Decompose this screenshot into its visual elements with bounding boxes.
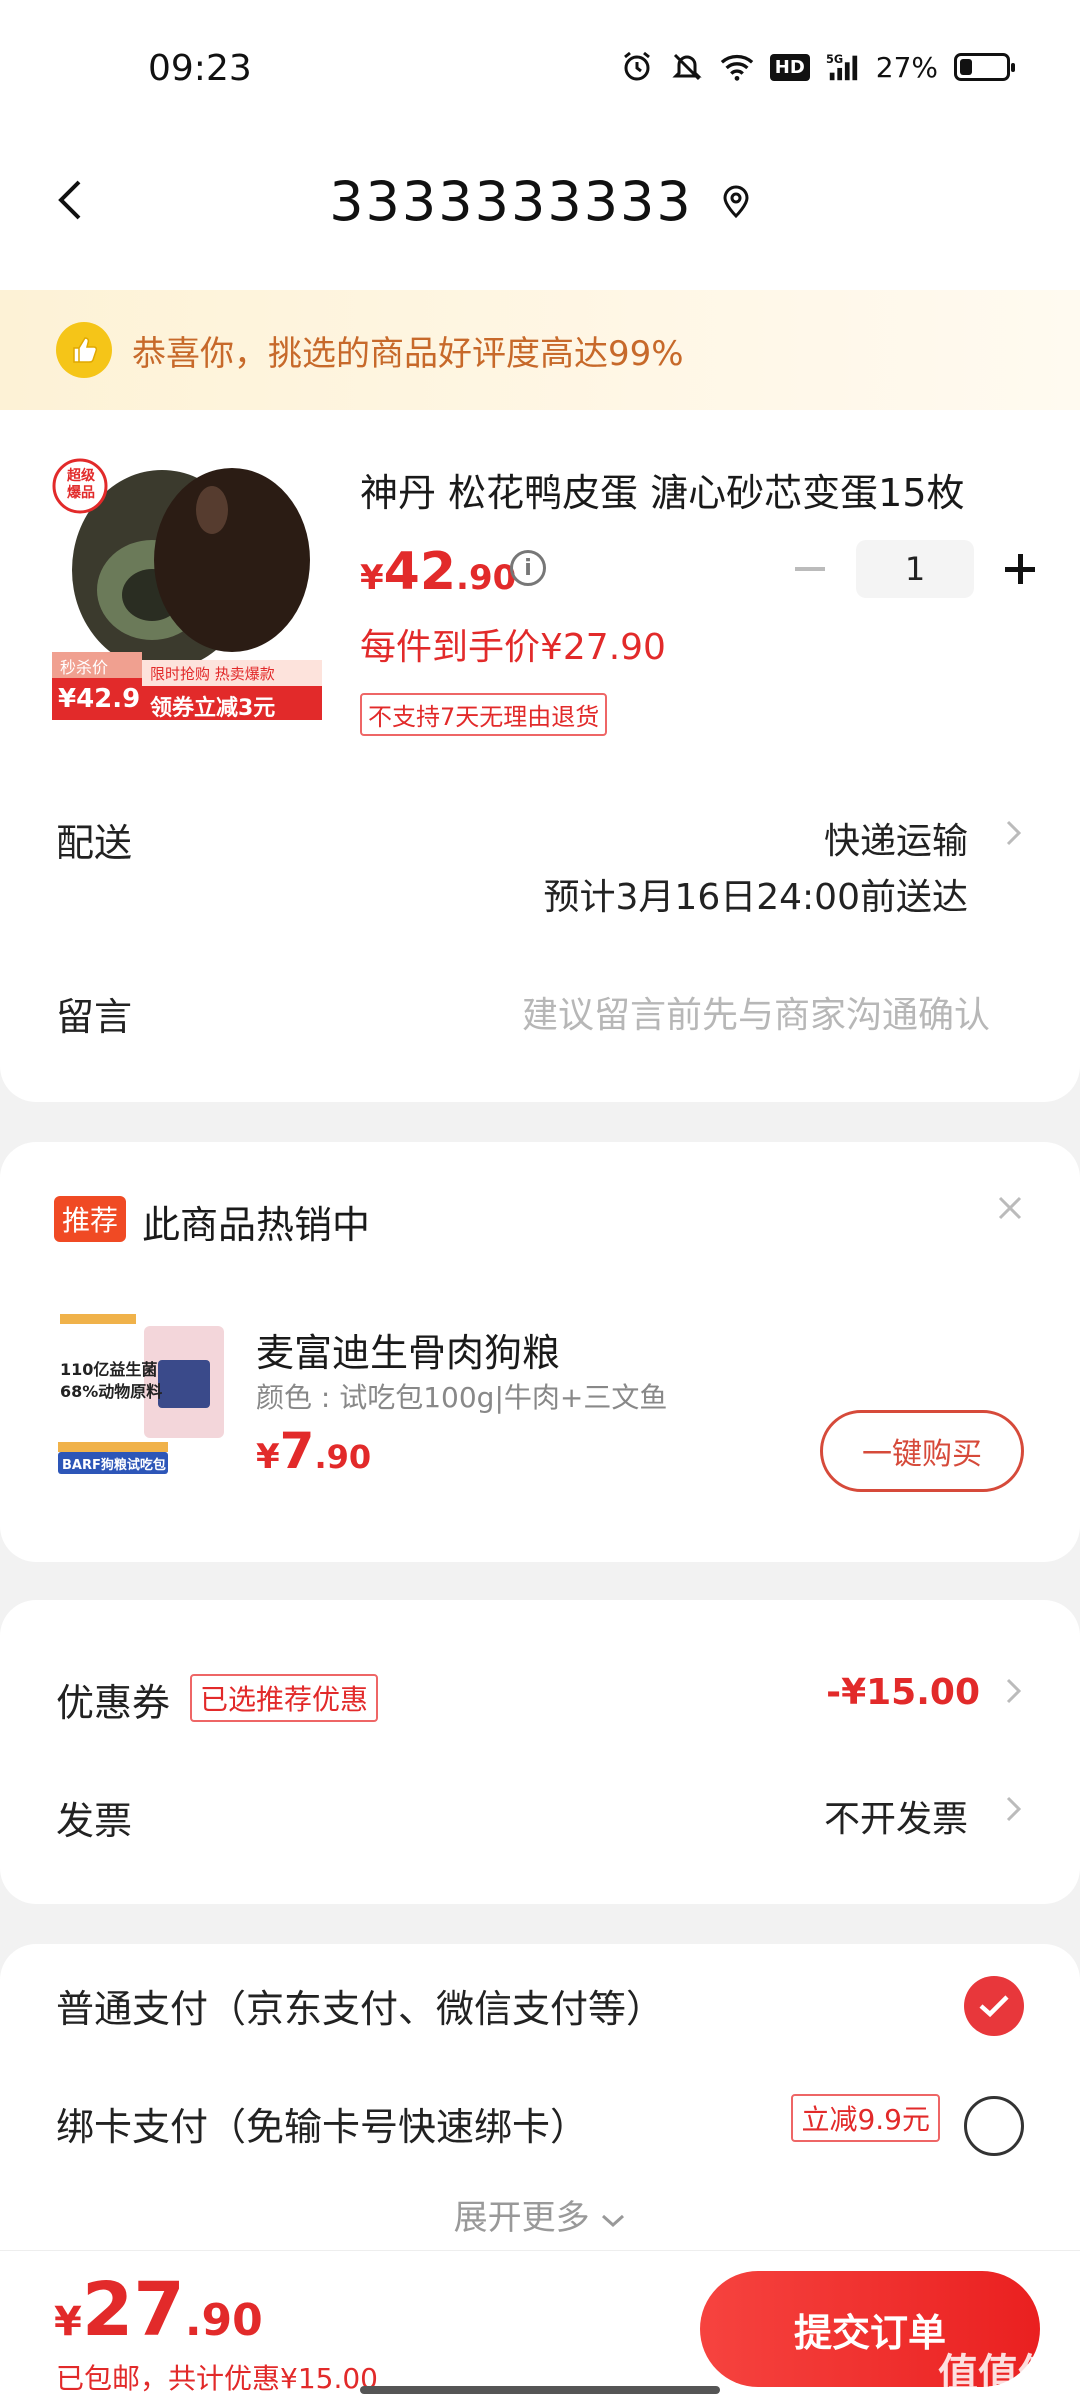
chevron-right-icon[interactable] <box>1000 818 1026 848</box>
chevron-down-icon <box>602 2214 625 2228</box>
quantity-value[interactable]: 1 <box>856 540 974 598</box>
thumbs-up-icon <box>56 322 112 378</box>
recommend-image[interactable]: 110亿益生菌 68%动物原料 BARF狗粮试吃包 <box>54 1300 234 1480</box>
total-integer: 27 <box>81 2267 185 2353</box>
product-badge: 超级 爆品 <box>62 468 100 502</box>
header-title-wrap: 3333333333 <box>0 170 1080 233</box>
one-click-buy-button[interactable]: 一键购买 <box>820 1410 1024 1492</box>
rec-price-decimal: .90 <box>314 1438 372 1476</box>
total-price: ¥27.90 <box>54 2267 263 2353</box>
price-integer: 42 <box>383 542 457 602</box>
wifi-icon <box>720 50 754 84</box>
coupon-label: 优惠券 <box>56 1681 171 1725</box>
rec-price-currency: ¥ <box>256 1437 280 1477</box>
delivery-eta: 预计3月16日24:00前送达 <box>543 877 968 918</box>
rating-banner: 恭喜你，挑选的商品好评度高达99% <box>0 290 1080 410</box>
card-discount-tag: 立减9.9元 <box>791 2094 940 2142</box>
recommend-badge: 推荐 <box>54 1196 127 1242</box>
status-icons: HD 5G 27% <box>620 50 1015 84</box>
expand-more-label: 展开更多 <box>453 2198 590 2238</box>
product-title[interactable]: 神丹 松花鸭皮蛋 溏心砂芯变蛋15枚 <box>360 462 965 517</box>
recommend-item-name[interactable]: 麦富迪生骨肉狗粮 <box>256 1322 560 1377</box>
page-title[interactable]: 3333333333 <box>329 170 693 233</box>
rec-price-integer: 7 <box>279 1422 315 1480</box>
seckill-label: 秒杀价 <box>60 658 109 677</box>
alarm-icon <box>620 50 654 84</box>
invoice-label: 发票 <box>56 1799 133 1843</box>
product-price: ¥42.90 <box>360 542 516 602</box>
expand-more-button[interactable]: 展开更多 <box>0 2190 1080 2239</box>
signal-icon: 5G <box>826 50 860 84</box>
total-note: 已包邮，共计优惠¥15.00 <box>56 2362 378 2395</box>
close-icon[interactable] <box>992 1190 1028 1226</box>
message-input[interactable]: 建议留言前先与商家沟通确认 <box>522 986 990 1038</box>
invoice-value[interactable]: 不开发票 <box>824 1790 968 1842</box>
recommend-item-price: ¥7.90 <box>256 1422 371 1480</box>
quantity-decrease-button[interactable] <box>790 549 830 589</box>
no-return-tag: 不支持7天无理由退货 <box>360 693 608 736</box>
seckill-price: ¥42.9 <box>58 684 141 714</box>
quantity-increase-button[interactable] <box>1000 549 1040 589</box>
recommend-card: 推荐 此商品热销中 110亿益生菌 68%动物原料 BARF狗粮试吃包 麦富迪生… <box>0 1142 1080 1562</box>
payment-option-normal[interactable]: 普通支付（京东支付、微信支付等） <box>56 1978 664 2033</box>
home-indicator[interactable] <box>360 2386 720 2394</box>
mute-icon <box>670 50 704 84</box>
coupon-amount[interactable]: -¥15.00 <box>826 1672 980 1713</box>
payment-card: 普通支付（京东支付、微信支付等） 绑卡支付（免输卡号快速绑卡） 立减9.9元 展… <box>0 1944 1080 2264</box>
each-price: 每件到手价¥27.90 <box>360 627 666 668</box>
hd-icon: HD <box>769 53 810 81</box>
total-currency: ¥ <box>54 2299 82 2345</box>
total-decimal: .90 <box>184 2295 263 2346</box>
promo-line-2: 领券立减3元 <box>150 696 276 721</box>
product-image[interactable]: 超级 爆品 秒杀价 ¥42.9 限时抢购 热卖爆款 领券立减3元 <box>52 450 324 730</box>
battery-fill <box>960 59 972 75</box>
quantity-stepper: 1 <box>790 540 1040 598</box>
message-label: 留言 <box>56 995 133 1039</box>
recommend-title: 此商品热销中 <box>142 1203 371 1247</box>
bottom-bar: ¥27.90 已包邮，共计优惠¥15.00 提交订单 值值值 <box>0 2250 1080 2400</box>
chevron-right-icon[interactable] <box>1000 1676 1026 1706</box>
payment-option-card[interactable]: 绑卡支付（免输卡号快速绑卡） <box>56 2096 588 2151</box>
location-pin-icon[interactable] <box>721 185 751 219</box>
coupon-invoice-card: 优惠券 已选推荐优惠 -¥15.00 发票 不开发票 <box>0 1600 1080 1904</box>
product-badge-bottom: 爆品 <box>67 485 95 501</box>
coupon-tag: 已选推荐优惠 <box>190 1674 379 1722</box>
rating-banner-text: 恭喜你，挑选的商品好评度高达99% <box>132 333 684 374</box>
radio-unchecked-icon[interactable] <box>964 2096 1024 2156</box>
status-time: 09:23 <box>148 48 252 89</box>
network-label: 5G <box>826 52 843 66</box>
watermark-logo: 值值值 <box>938 2351 1058 2397</box>
product-card: 超级 爆品 秒杀价 ¥42.9 限时抢购 热卖爆款 领券立减3元 神丹 松花鸭皮… <box>0 410 1080 1102</box>
price-decimal: .90 <box>456 558 517 598</box>
chevron-right-icon[interactable] <box>1000 1794 1026 1824</box>
battery-percent: 27% <box>875 50 938 84</box>
product-badge-top: 超级 <box>67 468 95 484</box>
status-bar: 09:23 HD 5G 27% <box>0 0 1080 140</box>
info-icon[interactable]: i <box>510 550 546 586</box>
price-currency: ¥ <box>360 558 384 598</box>
recommend-image-line-1: 110亿益生菌 <box>60 1360 158 1379</box>
recommend-image-line-2: 68%动物原料 <box>60 1382 163 1401</box>
recommend-item-spec: 颜色 : 试吃包100g|牛肉+三文鱼 <box>256 1381 668 1414</box>
delivery-label: 配送 <box>56 821 133 865</box>
promo-line-1: 限时抢购 热卖爆款 <box>150 665 275 683</box>
delivery-method[interactable]: 快递运输 <box>824 812 968 864</box>
recommend-image-tag: BARF狗粮试吃包 <box>62 1458 166 1473</box>
battery-icon <box>954 53 1015 81</box>
header: 3333333333 <box>0 140 1080 290</box>
radio-checked-icon[interactable] <box>964 1976 1024 2036</box>
minus-icon <box>795 567 825 571</box>
